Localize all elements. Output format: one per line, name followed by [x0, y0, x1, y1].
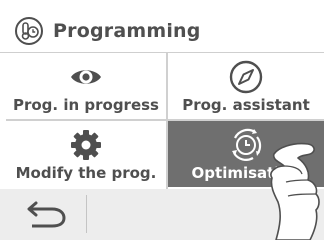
tile-label: Modify the prog.: [15, 164, 157, 182]
tile-label: Prog. in progress: [12, 96, 159, 114]
gear-icon: [69, 127, 103, 163]
tile-prog-assistant[interactable]: Prog. assistant: [168, 53, 324, 119]
tile-modify-prog[interactable]: Modify the prog.: [6, 121, 166, 187]
grid-divider-vertical: [166, 53, 168, 189]
pointing-hand-icon: [262, 136, 324, 240]
grid-divider-horizontal: [6, 119, 324, 121]
compass-icon: [229, 59, 263, 95]
thermometer-clock-icon: [13, 15, 45, 47]
page-title: Programming: [53, 20, 201, 42]
programming-screen: Programming Prog. in progress Prog. assi…: [0, 0, 324, 240]
back-button[interactable]: [18, 199, 74, 231]
footer-divider: [86, 195, 87, 233]
eye-icon: [69, 59, 103, 95]
header: Programming: [6, 10, 324, 52]
tile-prog-in-progress[interactable]: Prog. in progress: [6, 53, 166, 119]
tile-label: Prog. assistant: [182, 96, 310, 114]
cycle-clock-icon: [227, 127, 265, 163]
back-arrow-icon: [27, 201, 66, 228]
